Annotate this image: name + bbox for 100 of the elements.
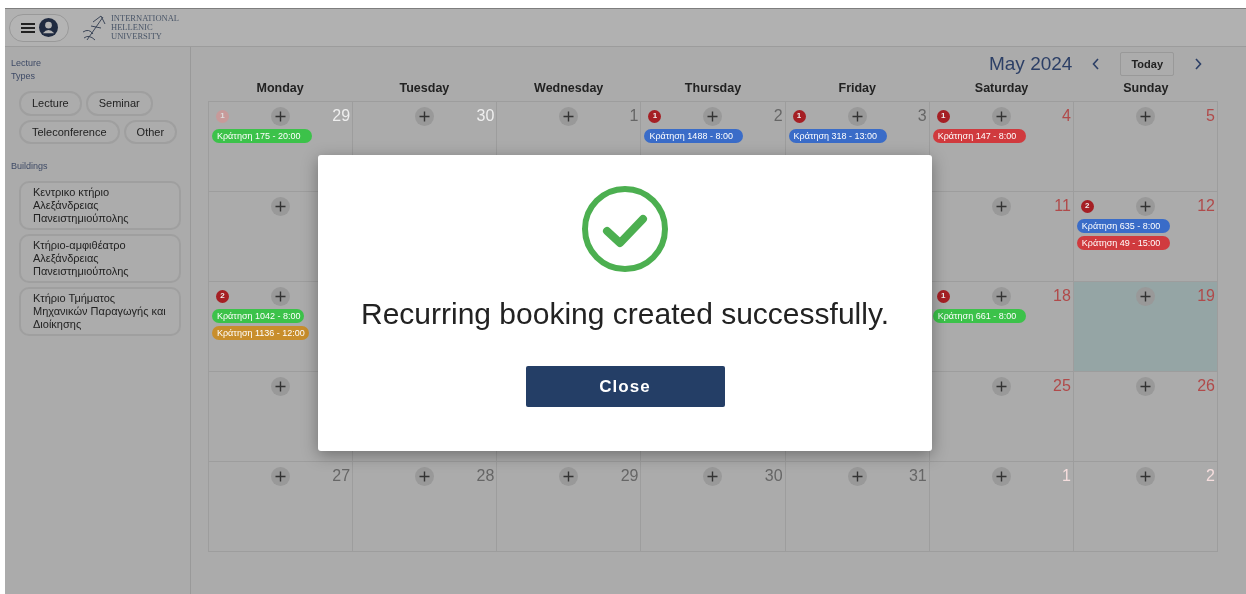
month-title: May 2024 [988,51,1073,76]
chevron-left-icon [1092,58,1101,70]
add-button[interactable] [559,106,579,126]
day-number: 2 [1206,468,1215,484]
day-number: 19 [1197,288,1215,304]
add-button[interactable] [271,466,291,486]
day-number: 3 [917,108,927,124]
plus-icon [995,290,1007,302]
logo-text: HELLENIC [111,23,154,32]
building-button[interactable]: Κτήριο-αμφιθέατρο Αλεξάνδρειας Πανειστημιούπολης [19,234,181,283]
success-check-icon [581,185,669,273]
dialog-message: Recurring booking created successfully. [360,296,889,332]
day-number: 30 [476,108,495,124]
plus-icon [563,470,575,482]
add-button[interactable] [415,106,435,126]
day-number: 12 [1197,198,1215,214]
plus-icon [995,200,1007,212]
building-button[interactable]: Κτήριο Τμήματος Μηχανικών Παραγωγής και Διοίκησης [19,287,181,336]
plus-icon [275,380,287,392]
chevron-right-icon [1194,58,1202,70]
booking-event[interactable]: Κράτηση 1488 - 8:00 [644,129,743,143]
plus-icon [1139,110,1151,122]
day-header: Thursday [683,79,743,97]
add-button[interactable] [703,466,723,486]
day-number: 4 [1061,108,1071,124]
add-button[interactable] [1135,106,1155,126]
add-button[interactable] [271,376,291,396]
plus-icon [1139,470,1151,482]
add-button[interactable] [1135,376,1155,396]
day-header: Friday [837,79,878,97]
booking-event[interactable]: Κράτηση 318 - 13:00 [788,129,888,143]
add-button[interactable] [991,286,1011,306]
filter-chip[interactable]: Teleconference [19,119,120,144]
add-button[interactable] [991,196,1011,216]
section-label: Lecture Types [11,57,43,83]
plus-icon [275,290,287,302]
plus-icon [995,110,1007,122]
count-badge: 2 [1080,199,1094,213]
count-badge: 2 [216,289,229,303]
today-button[interactable]: Today [1120,51,1174,77]
day-number: 30 [764,468,783,484]
day-header: Sunday [1122,79,1170,97]
day-header: Tuesday [398,79,451,97]
booking-event[interactable]: Κράτηση 635 - 8:00 [1076,219,1171,233]
add-button[interactable] [847,466,867,486]
plus-icon [419,110,431,122]
plus-icon [419,470,431,482]
plus-icon [851,110,863,122]
building-button[interactable]: Κεντρικο κτήριο Αλεξάνδρειας Πανειστημιούπολης [19,181,181,230]
day-number: 1 [1061,468,1071,484]
count-badge: 1 [648,109,662,123]
add-button[interactable] [271,106,291,126]
add-button[interactable] [415,466,435,486]
count-badge: 1 [936,109,950,123]
user-icon [38,18,58,37]
day-number: 27 [332,468,351,484]
menu-icon [20,21,35,34]
plus-icon [851,470,863,482]
plus-icon [707,110,719,122]
plus-icon [995,380,1007,392]
add-button[interactable] [703,106,723,126]
add-button[interactable] [559,466,579,486]
add-button[interactable] [847,106,867,126]
plus-icon [275,470,287,482]
day-number: 25 [1053,378,1071,394]
count-badge: 1 [792,109,806,123]
day-number: 29 [332,108,351,124]
count-badge: 1 [936,289,950,303]
plus-icon [1139,380,1151,392]
close-button[interactable]: Close [525,366,725,407]
add-button[interactable] [991,466,1011,486]
logo-icon [81,13,107,42]
day-number: 18 [1053,288,1071,304]
add-button[interactable] [271,286,291,306]
count-badge: 1 [216,109,229,123]
add-button[interactable] [1135,196,1155,216]
add-button[interactable] [991,376,1011,396]
booking-event[interactable]: Κράτηση 147 - 8:00 [932,129,1027,143]
day-header: Saturday [973,79,1030,97]
add-button[interactable] [1135,286,1155,306]
filter-chip[interactable]: Seminar [85,91,153,116]
plus-icon [1139,290,1151,302]
day-number: 2 [773,108,783,124]
menu-button[interactable] [9,13,69,42]
add-button[interactable] [991,106,1011,126]
add-button[interactable] [271,196,291,216]
filter-chip[interactable]: Other [123,119,178,144]
plus-icon [275,110,287,122]
day-number: 28 [476,468,495,484]
day-number: 5 [1206,108,1215,124]
filter-chip[interactable]: Lecture [19,91,82,116]
day-number: 1 [629,108,639,124]
plus-icon [995,470,1007,482]
logo-text: INTERNATIONAL [111,14,179,23]
add-button[interactable] [1135,466,1155,486]
logo-text: UNIVERSITY [111,32,163,41]
booking-event[interactable]: Κράτηση 49 - 15:00 [1076,236,1171,250]
day-number: 26 [1197,378,1215,394]
section-label: Buildings [11,160,49,173]
day-number: 31 [908,468,927,484]
